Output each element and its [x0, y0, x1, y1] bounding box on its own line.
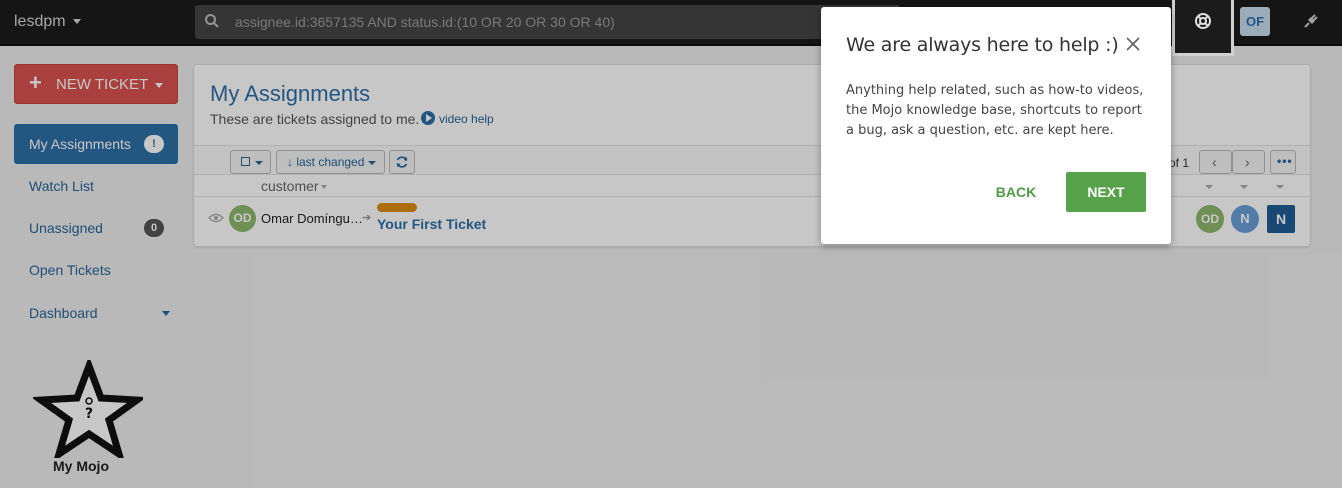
- lifebuoy-icon: [1195, 13, 1211, 29]
- help-tour-dialog: We are always here to help :) Anything h…: [821, 7, 1171, 244]
- next-button[interactable]: NEXT: [1066, 172, 1146, 212]
- dialog-body: Anything help related, such as how-to vi…: [846, 83, 1144, 138]
- close-icon[interactable]: [1124, 35, 1142, 53]
- back-button[interactable]: BACK: [989, 172, 1043, 212]
- help-tab[interactable]: [1172, 0, 1234, 56]
- dialog-title: We are always here to help :): [846, 34, 1119, 56]
